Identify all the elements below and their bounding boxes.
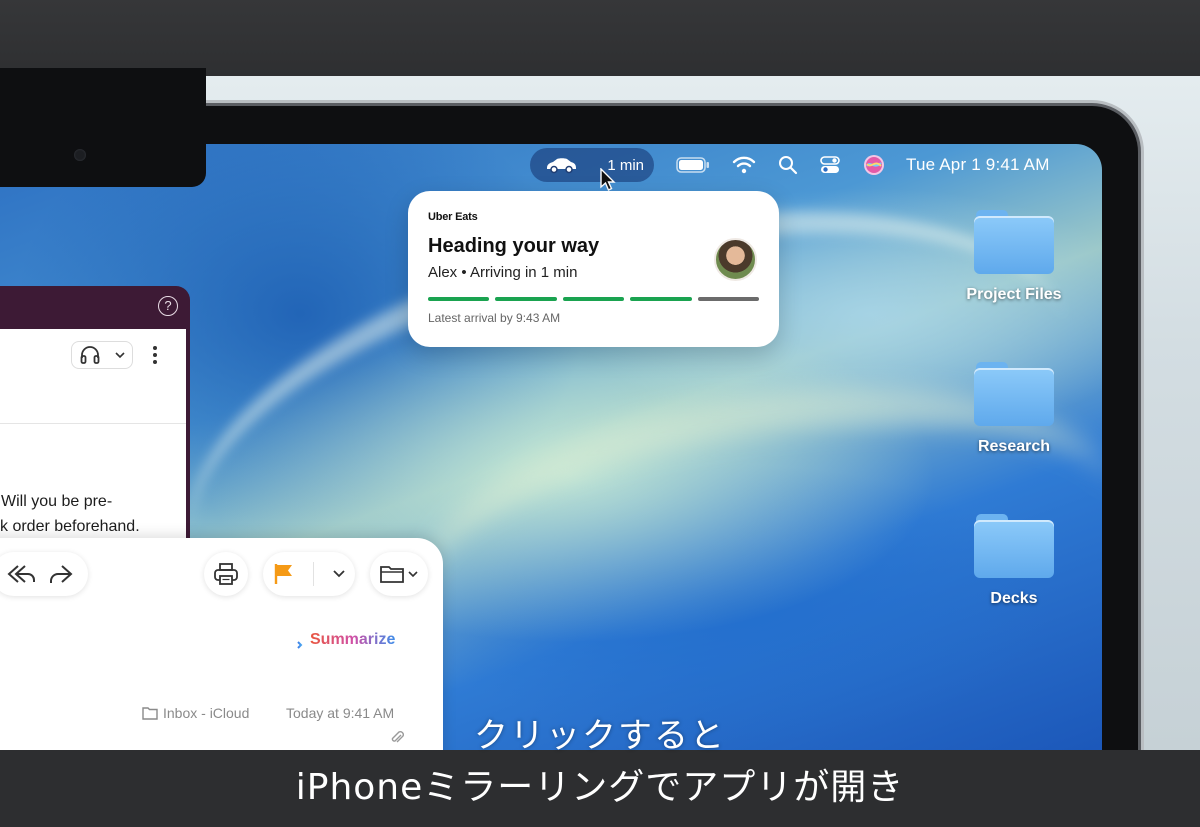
car-icon <box>547 158 576 174</box>
video-top-bar <box>0 0 1200 76</box>
chat-window[interactable]: ? Will you be pre- k order beforehand. <box>0 286 190 576</box>
mouse-cursor-icon <box>600 168 616 191</box>
huddle-button[interactable] <box>71 341 133 369</box>
move-to-folder-button[interactable] <box>370 552 428 596</box>
courier-avatar <box>714 238 757 281</box>
print-button[interactable] <box>204 552 248 596</box>
summarize-label: Summarize <box>310 631 396 648</box>
flag-icon[interactable] <box>272 562 296 586</box>
desktop-item-label: Project Files <box>966 286 1062 303</box>
chevron-down-icon[interactable] <box>332 569 346 579</box>
more-options-icon[interactable] <box>152 345 158 365</box>
summarize-button[interactable]: Summarize <box>284 630 395 650</box>
folder-icon <box>380 566 404 583</box>
desktop-folder-decks[interactable]: Decks <box>949 514 1079 608</box>
siri-icon[interactable] <box>862 153 886 177</box>
chevron-down-icon <box>408 571 418 578</box>
chevron-down-icon <box>114 352 125 359</box>
uber-live-activity-pill[interactable]: 1 min <box>530 148 654 182</box>
forward-icon[interactable] <box>48 563 74 585</box>
camera <box>74 149 86 161</box>
flag-group <box>263 552 355 596</box>
control-center-icon[interactable] <box>820 155 840 175</box>
progress-segment-done <box>495 297 557 301</box>
progress-segment-pending <box>697 297 760 301</box>
desktop-folder-research[interactable]: Research <box>949 362 1079 456</box>
progress-segment-done <box>562 297 625 301</box>
reply-forward-group <box>0 552 88 596</box>
desktop-folder-project-files[interactable]: Project Files <box>949 210 1079 304</box>
folder-icon <box>974 210 1054 274</box>
latest-arrival-text: Latest arrival by 9:43 AM <box>428 311 561 325</box>
notification-app-name: Uber Eats <box>428 211 478 223</box>
menu-bar-clock[interactable]: Tue Apr 1 9:41 AM <box>906 155 1050 175</box>
search-icon[interactable] <box>778 155 798 175</box>
subtitle-line-1: クリックすると <box>474 716 726 756</box>
printer-icon <box>214 563 238 585</box>
summarize-icon <box>286 633 303 649</box>
reply-all-icon[interactable] <box>6 563 36 585</box>
uber-eats-notification[interactable]: Uber Eats Heading your way Alex • Arrivi… <box>408 191 779 347</box>
progress-segment-done <box>630 297 692 301</box>
desktop-item-label: Research <box>977 438 1051 455</box>
subtitle-line-2: iPhoneミラーリングでアプリが開き <box>295 767 905 808</box>
notification-subtitle: Alex • Arriving in 1 min <box>428 264 578 281</box>
folder-icon <box>974 362 1054 426</box>
headphones-icon <box>80 346 99 364</box>
notification-heading: Heading your way <box>428 235 600 257</box>
folder-icon <box>974 514 1054 578</box>
progress-segment-done <box>428 297 490 301</box>
chat-message-line: k order beforehand. <box>0 518 140 535</box>
chat-message-line: Will you be pre- <box>1 493 113 510</box>
wifi-icon[interactable] <box>732 156 756 174</box>
camera-notch <box>0 68 206 187</box>
help-icon[interactable]: ? <box>158 296 178 316</box>
desktop-item-label: Decks <box>990 590 1038 607</box>
delivery-progress-bar <box>428 297 760 301</box>
divider <box>0 423 186 424</box>
battery-icon[interactable] <box>676 157 710 173</box>
